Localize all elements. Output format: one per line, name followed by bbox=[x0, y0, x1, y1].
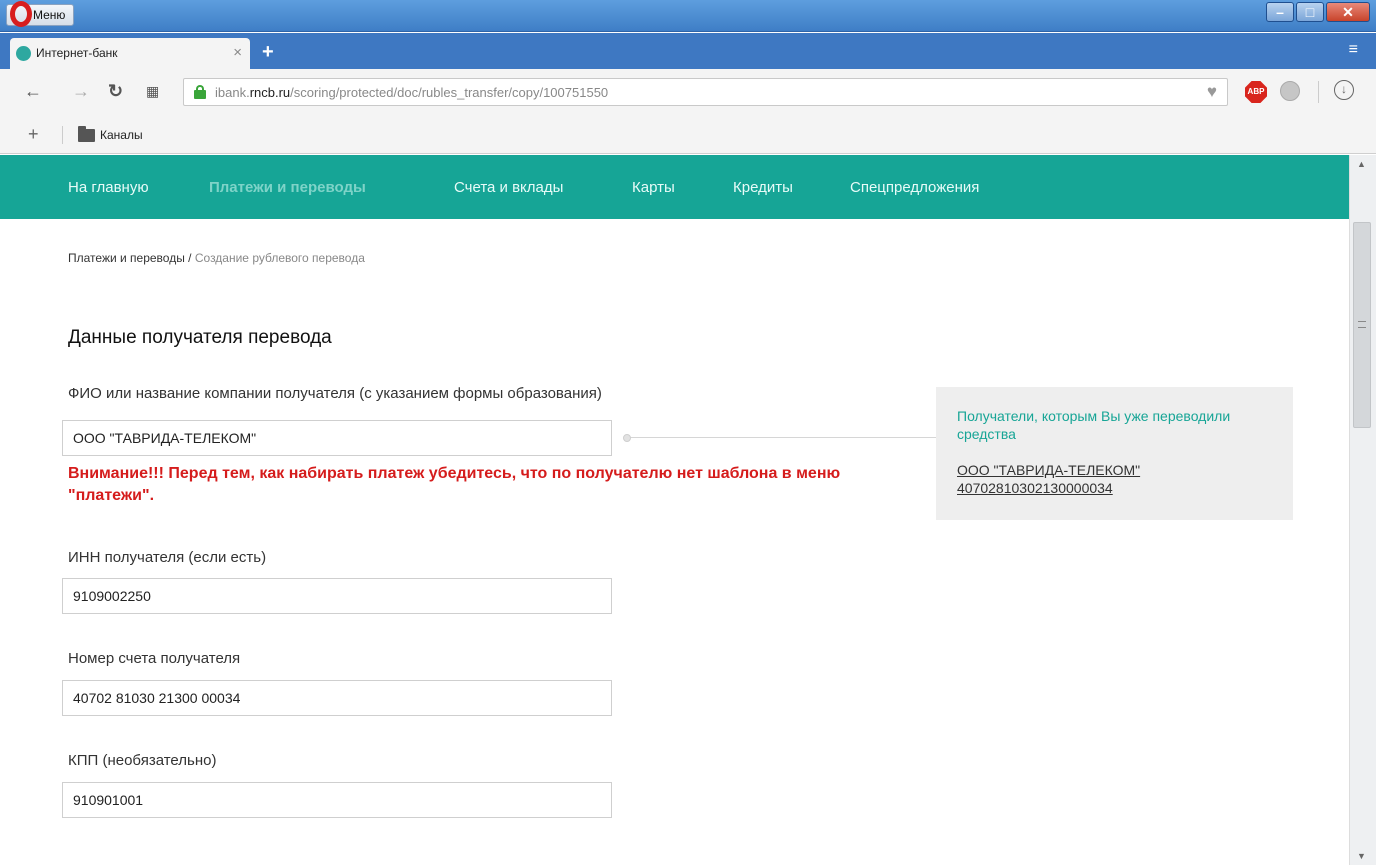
suggestion-connector-dot bbox=[623, 434, 631, 442]
minimize-button[interactable]: – bbox=[1266, 2, 1294, 22]
breadcrumb: Платежи и переводы / Создание рублевого … bbox=[68, 251, 365, 265]
maximize-button[interactable]: □ bbox=[1296, 2, 1324, 22]
page-viewport: На главную Платежи и переводы Счета и вк… bbox=[0, 155, 1349, 865]
folder-icon bbox=[78, 126, 95, 142]
account-number-input[interactable] bbox=[62, 680, 612, 716]
recent-recipients-title: Получатели, которым Вы уже переводили ср… bbox=[957, 408, 1231, 442]
url-domain: rncb.ru bbox=[249, 85, 291, 100]
scrollbar-grip-icon bbox=[1358, 321, 1366, 328]
page-scrollbar[interactable]: ▲ ▼ bbox=[1349, 155, 1376, 865]
url-path: /scoring/protected/doc/rubles_transfer/c… bbox=[290, 85, 609, 100]
scroll-up-arrow-icon[interactable]: ▲ bbox=[1357, 159, 1366, 169]
browser-menu-label: Меню bbox=[33, 8, 66, 22]
template-warning-text: Внимание!!! Перед тем, как набирать плат… bbox=[68, 465, 841, 504]
bookmarks-divider bbox=[62, 126, 63, 144]
recipient-name-label: ФИО или название компании получателя (с … bbox=[68, 385, 602, 402]
vpn-globe-icon[interactable] bbox=[1280, 81, 1300, 101]
recent-recipient-link[interactable]: ООО "ТАВРИДА-ТЕЛЕКОМ" 407028103021300000… bbox=[957, 461, 1257, 497]
url-text[interactable]: ibank.rncb.ru/scoring/protected/doc/rubl… bbox=[215, 85, 608, 100]
new-tab-plus-icon[interactable]: + bbox=[262, 41, 274, 64]
add-bookmark-plus-icon[interactable]: + bbox=[28, 124, 39, 145]
bookmark-folder-channels[interactable]: Каналы bbox=[100, 128, 143, 142]
opera-logo-icon bbox=[10, 1, 32, 27]
window-titlebar: Меню – □ ✕ bbox=[0, 0, 1376, 32]
recipient-name-input[interactable] bbox=[62, 420, 612, 456]
site-favicon-icon bbox=[16, 46, 31, 61]
nav-payments-transfers[interactable]: Платежи и переводы bbox=[209, 179, 366, 196]
tab-internet-bank[interactable]: Интернет-банк × bbox=[10, 38, 250, 69]
forward-arrow-icon[interactable]: → bbox=[72, 81, 90, 102]
browser-menu-button[interactable]: Меню bbox=[6, 1, 75, 27]
close-window-button[interactable]: ✕ bbox=[1326, 2, 1370, 22]
suggestion-connector-line bbox=[628, 437, 936, 438]
scrollbar-thumb[interactable] bbox=[1353, 222, 1371, 428]
reload-icon[interactable]: ↻ bbox=[108, 81, 123, 102]
nav-credits[interactable]: Кредиты bbox=[733, 179, 793, 196]
recent-recipient-name: ООО "ТАВРИДА-ТЕЛЕКОМ" bbox=[957, 462, 1141, 478]
site-main-nav: На главную Платежи и переводы Счета и вк… bbox=[0, 155, 1349, 219]
address-toolbar: ← → ↻ ▦ ibank.rncb.ru/scoring/protected/… bbox=[0, 69, 1376, 117]
back-arrow-icon[interactable]: ← bbox=[24, 81, 42, 102]
nav-home[interactable]: На главную bbox=[68, 179, 149, 196]
nav-special-offers[interactable]: Спецпредложения bbox=[850, 179, 979, 196]
kpp-label: КПП (необязательно) bbox=[68, 752, 217, 769]
recent-recipients-panel: Получатели, которым Вы уже переводили ср… bbox=[936, 387, 1293, 520]
tab-menu-icon[interactable]: ≡ bbox=[1349, 41, 1358, 59]
breadcrumb-separator: / bbox=[184, 251, 195, 265]
scroll-down-arrow-icon[interactable]: ▼ bbox=[1357, 851, 1366, 861]
heart-bookmark-icon[interactable]: ♥ bbox=[1207, 82, 1217, 102]
minimize-icon: – bbox=[1276, 4, 1284, 20]
maximize-icon: □ bbox=[1305, 4, 1315, 20]
secure-lock-icon bbox=[194, 85, 206, 99]
download-icon[interactable]: ↓ bbox=[1334, 80, 1354, 100]
url-prefix: ibank. bbox=[215, 85, 250, 100]
inn-label: ИНН получателя (если есть) bbox=[68, 549, 267, 566]
kpp-input[interactable] bbox=[62, 782, 612, 818]
close-icon: ✕ bbox=[1342, 4, 1354, 20]
toolbar-divider bbox=[1318, 81, 1319, 103]
adblock-icon[interactable]: ABP bbox=[1245, 81, 1267, 103]
inn-input[interactable] bbox=[62, 578, 612, 614]
breadcrumb-current: Создание рублевого перевода bbox=[194, 251, 365, 265]
bookmarks-bar: + Каналы bbox=[0, 117, 1376, 154]
speed-dial-grid-icon[interactable]: ▦ bbox=[146, 83, 159, 100]
recent-recipient-account: 40702810302130000034 bbox=[957, 480, 1113, 496]
account-number-label: Номер счета получателя bbox=[68, 650, 241, 667]
breadcrumb-payments-link[interactable]: Платежи и переводы bbox=[68, 251, 185, 265]
nav-accounts-deposits[interactable]: Счета и вклады bbox=[454, 179, 563, 196]
window-controls: – □ ✕ bbox=[1266, 2, 1370, 22]
tab-bar: Интернет-банк × + ≡ bbox=[0, 33, 1376, 69]
nav-cards[interactable]: Карты bbox=[632, 179, 675, 196]
recipient-section-title: Данные получателя перевода bbox=[68, 327, 332, 348]
tab-close-icon[interactable]: × bbox=[233, 44, 242, 61]
address-bar[interactable]: ibank.rncb.ru/scoring/protected/doc/rubl… bbox=[183, 78, 1228, 106]
tab-title: Интернет-банк bbox=[36, 46, 118, 60]
